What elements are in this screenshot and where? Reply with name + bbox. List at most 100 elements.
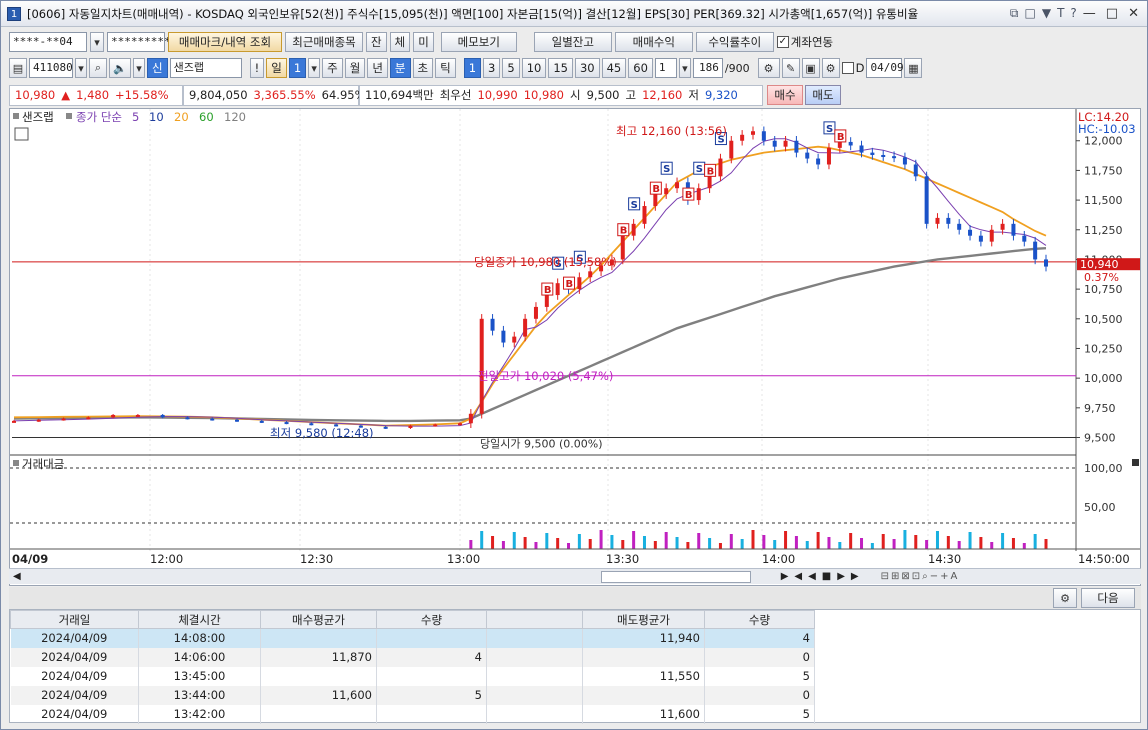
gear-icon[interactable]: ⚙ bbox=[821, 58, 840, 78]
minute-15-button[interactable]: 15 bbox=[548, 58, 573, 78]
chevron-down-icon[interactable]: ▾ bbox=[90, 32, 104, 52]
minimize-icon[interactable]: — bbox=[1083, 6, 1096, 21]
trade-mark-button[interactable]: 매매마크/내역 조회 bbox=[168, 32, 282, 52]
playback-controls-icon[interactable]: ▶◀◀■▶▶ bbox=[781, 571, 865, 582]
period-month-button[interactable]: 월 bbox=[344, 58, 366, 78]
pin-icon[interactable]: ▼ bbox=[1042, 6, 1051, 21]
stock-name-field[interactable]: 샌즈랩 bbox=[169, 58, 242, 78]
memo-button[interactable]: 메모보기 bbox=[440, 32, 517, 52]
d-checkbox[interactable]: D bbox=[841, 61, 864, 75]
scroll-thumb[interactable] bbox=[600, 570, 751, 583]
column-header[interactable] bbox=[486, 610, 583, 629]
table-row[interactable]: 2024/04/09 13:45:00 11,550 5 bbox=[10, 666, 815, 686]
unfilled-button[interactable]: 미 bbox=[413, 32, 434, 52]
period-day-button[interactable]: 일 bbox=[266, 58, 287, 78]
gear-icon[interactable]: ⚙ bbox=[1053, 588, 1077, 608]
period-tick-button[interactable]: 틱 bbox=[435, 58, 456, 78]
period-year-button[interactable]: 년 bbox=[367, 58, 388, 78]
table-row[interactable]: 2024/04/09 14:06:00 11,870 4 0 bbox=[10, 647, 815, 667]
minute-30-button[interactable]: 30 bbox=[574, 58, 600, 78]
window-icon[interactable]: □ bbox=[1025, 6, 1036, 21]
minute-1-button[interactable]: 1 bbox=[463, 58, 482, 78]
drawing-icon[interactable]: ✎ bbox=[781, 58, 800, 78]
table-cell: 2024/04/09 bbox=[10, 666, 139, 686]
volume-bar bbox=[925, 540, 929, 549]
volume-bar bbox=[968, 532, 972, 549]
price-chart-svg[interactable]: 12,00011,75011,50011,25011,00010,75010,5… bbox=[10, 109, 1140, 567]
trade-profit-button[interactable]: 매매수익 bbox=[614, 32, 693, 52]
price-tick-label: 10,500 bbox=[1084, 313, 1123, 326]
period-second-button[interactable]: 초 bbox=[412, 58, 434, 78]
font-icon[interactable]: T bbox=[1057, 6, 1064, 21]
column-header[interactable]: 매도평균가 bbox=[582, 610, 705, 629]
candle-body bbox=[12, 420, 16, 423]
alert-button[interactable]: ! bbox=[249, 58, 265, 78]
minute-5-button[interactable]: 5 bbox=[502, 58, 520, 78]
table-cell: 5 bbox=[704, 704, 815, 724]
next-button[interactable]: 다음 bbox=[1081, 588, 1135, 608]
link-icon[interactable]: ⧉ bbox=[1010, 6, 1019, 21]
column-header[interactable]: 수량 bbox=[376, 610, 487, 629]
minute-10-button[interactable]: 10 bbox=[521, 58, 547, 78]
volume-bar bbox=[653, 541, 657, 549]
close-icon[interactable]: ✕ bbox=[1128, 6, 1139, 21]
filled-button[interactable]: 체 bbox=[389, 32, 411, 52]
table-row[interactable]: 2024/04/09 13:42:00 11,600 5 bbox=[10, 704, 815, 724]
period-day-count[interactable]: 1 bbox=[288, 58, 307, 78]
main-window: 1 [0606] 자동일지차트(매매내역) - KOSDAQ 외국인보유[52(… bbox=[0, 0, 1148, 730]
chart-scrollbar[interactable]: ◀ ▶◀◀■▶▶ ⊟⊞⊠⊡⌕−+A bbox=[9, 568, 1141, 584]
stock-code-input[interactable]: 411080 bbox=[29, 58, 73, 78]
date-input[interactable]: 04/09 bbox=[866, 58, 904, 78]
magnifier-icon[interactable]: ⌕ bbox=[89, 58, 107, 78]
candle-body bbox=[902, 157, 907, 165]
table-row[interactable]: 2024/04/09 13:44:00 11,600 5 0 bbox=[10, 685, 815, 705]
scroll-left-icon[interactable]: ◀ bbox=[13, 571, 21, 582]
balance-button[interactable]: 잔 bbox=[366, 32, 387, 52]
return-trend-button[interactable]: 수익률추이 bbox=[695, 32, 774, 52]
chevron-down-icon[interactable]: ▾ bbox=[75, 58, 87, 78]
price-tick-label: 10,750 bbox=[1084, 283, 1123, 296]
legend-ma-period: 5 bbox=[132, 110, 139, 124]
daily-balance-button[interactable]: 일별잔고 bbox=[533, 32, 612, 52]
password-input[interactable]: ********* bbox=[107, 32, 171, 52]
volume-bar bbox=[1022, 543, 1026, 549]
save-icon[interactable]: ▣ bbox=[801, 58, 820, 78]
column-header[interactable]: 수량 bbox=[704, 610, 815, 629]
chevron-down-icon[interactable]: ▾ bbox=[308, 58, 321, 78]
time-tick-label: 14:50:00 bbox=[1078, 552, 1130, 566]
column-header[interactable]: 거래일 bbox=[10, 610, 139, 629]
chevron-down-icon[interactable]: ▾ bbox=[133, 58, 145, 78]
minute-60-button[interactable]: 60 bbox=[628, 58, 653, 78]
table-row[interactable]: 2024/04/09 14:08:00 11,940 4 bbox=[10, 628, 815, 648]
tool-icon[interactable]: ⚙ bbox=[757, 58, 780, 78]
account-input[interactable]: ****-**04 bbox=[9, 32, 87, 52]
bar-count-input[interactable]: 186 bbox=[692, 58, 723, 78]
column-header[interactable]: 매수평균가 bbox=[260, 610, 377, 629]
chart-type-icon[interactable]: ▤ bbox=[9, 58, 27, 78]
chart-area[interactable]: 12,00011,75011,50011,25011,00010,75010,5… bbox=[9, 108, 1141, 586]
volume-bar bbox=[751, 530, 755, 549]
maximize-icon[interactable]: □ bbox=[1106, 6, 1118, 21]
minute-custom-input[interactable]: 1 bbox=[654, 58, 677, 78]
zoom-tools-icon[interactable]: ⊟⊞⊠⊡⌕−+A bbox=[881, 571, 960, 582]
sell-button[interactable]: 매도 bbox=[805, 85, 841, 105]
buy-button[interactable]: 매수 bbox=[767, 85, 803, 105]
help-icon[interactable]: ? bbox=[1070, 6, 1076, 21]
table-cell: 11,600 bbox=[260, 685, 377, 705]
column-header[interactable]: 체결시간 bbox=[138, 610, 261, 629]
speaker-icon[interactable]: 🔈 bbox=[109, 58, 131, 78]
volume-bar bbox=[740, 539, 744, 549]
chevron-down-icon[interactable]: ▾ bbox=[678, 58, 691, 78]
minute-45-button[interactable]: 45 bbox=[601, 58, 627, 78]
table-cell bbox=[260, 628, 377, 648]
period-minute-button[interactable]: 분 bbox=[389, 58, 411, 78]
candle-body bbox=[957, 223, 962, 230]
volume-bar bbox=[708, 538, 712, 549]
period-week-button[interactable]: 주 bbox=[322, 58, 343, 78]
calendar-icon[interactable]: ▦ bbox=[904, 58, 923, 78]
account-link-checkbox[interactable]: ✓ 계좌연동 bbox=[776, 34, 833, 50]
time-tick-label: 13:00 bbox=[447, 552, 480, 566]
recent-trade-button[interactable]: 최근매매종목 bbox=[285, 32, 363, 52]
volume-bar bbox=[1033, 534, 1037, 549]
minute-3-button[interactable]: 3 bbox=[483, 58, 501, 78]
